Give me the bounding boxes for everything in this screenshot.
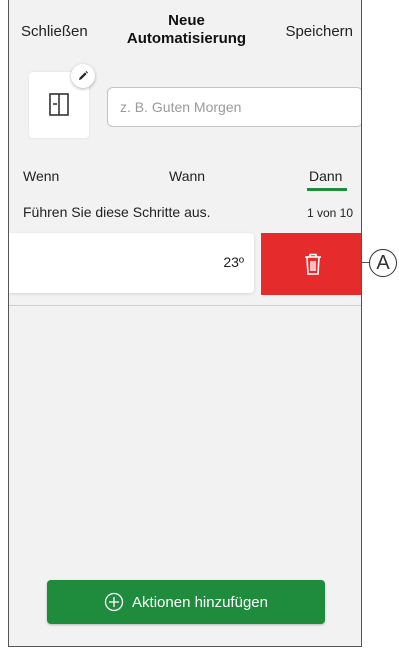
action-row: 23º xyxy=(9,233,361,295)
tab-wenn[interactable]: Wenn xyxy=(23,168,59,184)
page-title-line-1: Neue xyxy=(168,12,205,29)
trash-icon xyxy=(304,253,321,275)
divider xyxy=(9,305,361,306)
action-item[interactable]: 23º xyxy=(9,233,254,293)
edit-icon-button[interactable] xyxy=(71,64,95,88)
tab-wann[interactable]: Wann xyxy=(169,168,205,184)
tab-bar: Wenn Wann Dann xyxy=(9,168,361,194)
close-button[interactable]: Schließen xyxy=(21,23,88,40)
plus-circle-icon xyxy=(104,592,124,612)
save-button[interactable]: Speichern xyxy=(285,23,353,40)
steps-label: Führen Sie diese Schritte aus. xyxy=(23,204,211,220)
delete-action-button[interactable] xyxy=(261,233,361,295)
header: Schließen Neue Automatisierung Speichern xyxy=(9,0,361,60)
action-value: 23º xyxy=(223,254,244,270)
tab-dann[interactable]: Dann xyxy=(309,168,342,184)
steps-count: 1 von 10 xyxy=(306,206,353,220)
pencil-icon xyxy=(79,71,88,80)
automation-name-input[interactable] xyxy=(107,87,361,127)
app-screen: Schließen Neue Automatisierung Speichern… xyxy=(8,0,362,647)
add-actions-button[interactable]: Aktionen hinzufügen xyxy=(47,580,325,624)
page-title: Neue Automatisierung xyxy=(104,12,269,48)
add-actions-label: Aktionen hinzufügen xyxy=(132,593,268,611)
steps-header: Führen Sie diese Schritte aus. 1 von 10 xyxy=(9,204,361,224)
callout-marker-a: A xyxy=(369,249,397,277)
page-title-line-2: Automatisierung xyxy=(126,30,247,47)
active-tab-indicator xyxy=(307,188,347,191)
